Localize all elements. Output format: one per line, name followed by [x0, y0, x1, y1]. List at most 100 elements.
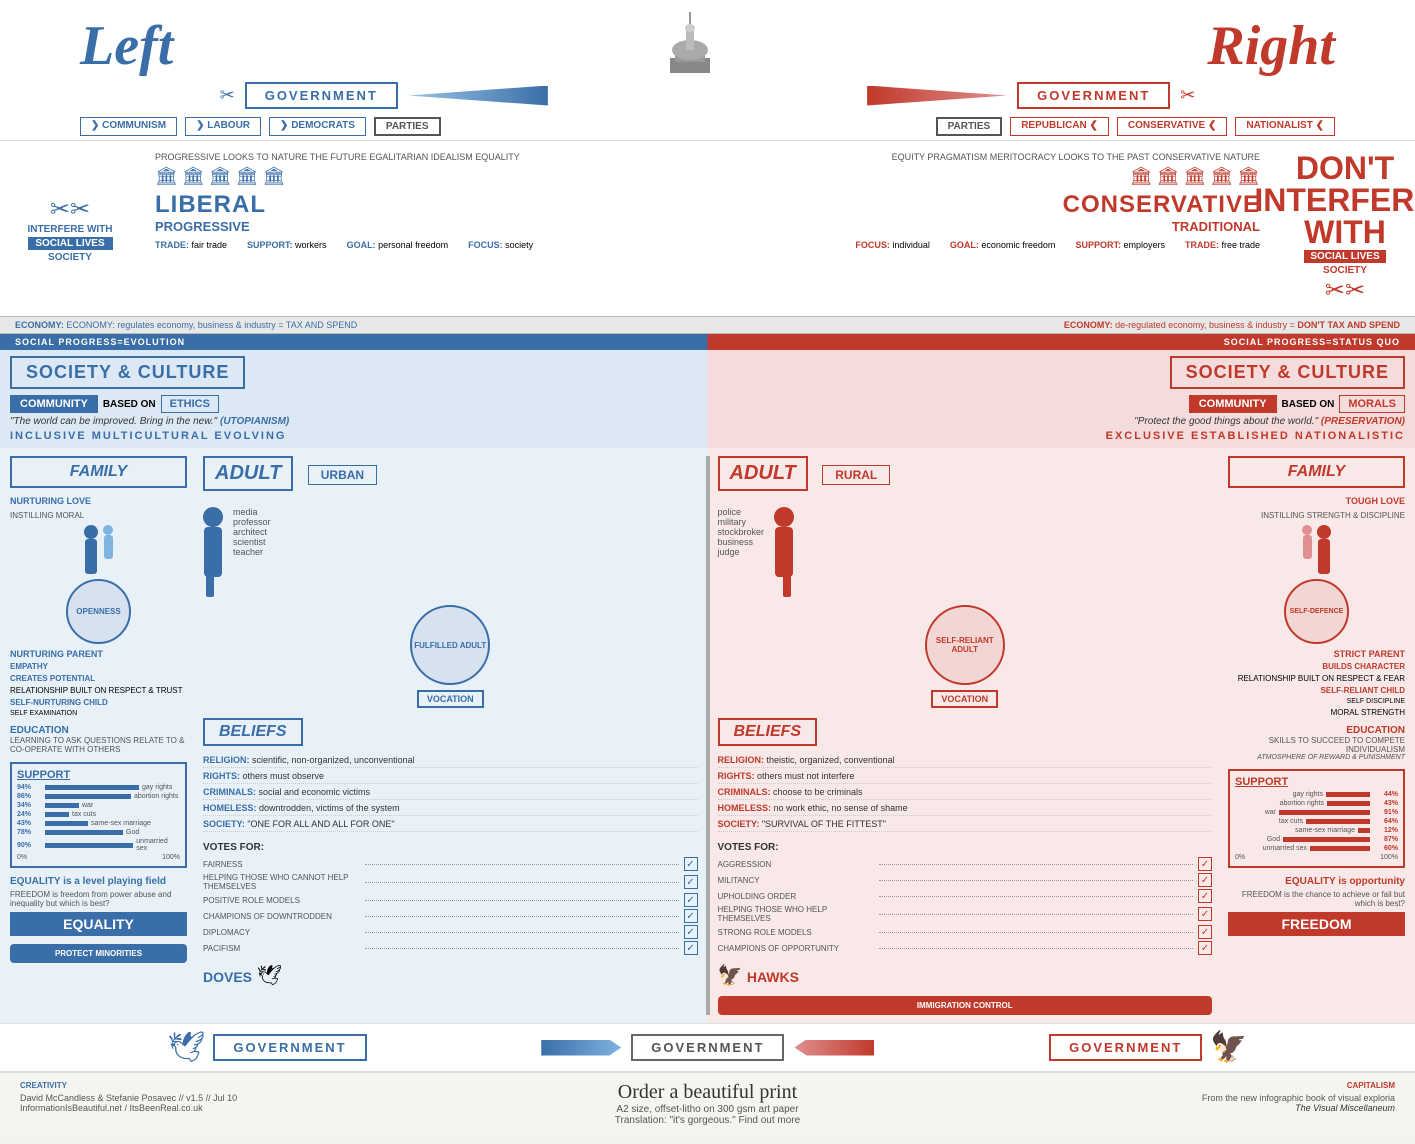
left-stat-row: 43%same-sex marriage: [17, 820, 180, 827]
right-stat-row: abortion rights43%: [1235, 800, 1398, 807]
party-conservative: CONSERVATIVE ❮: [1117, 117, 1227, 136]
progress-right: SOCIAL PROGRESS=STATUS QUO: [1224, 337, 1400, 347]
right-looks-text: EQUITY PRAGMATISM MERITOCRACY LOOKS TO T…: [723, 152, 1261, 162]
left-creates-potential: CREATES POTENTIAL: [10, 674, 187, 683]
building-icon-1: 🏛: [155, 166, 178, 187]
conservative-label: CONSERVATIVE: [723, 191, 1261, 219]
progress-left: SOCIAL PROGRESS=EVOLUTION: [15, 337, 185, 347]
left-stat-row: 94%gay rights: [17, 784, 180, 791]
left-vocation-badge: VOCATION: [417, 690, 484, 708]
website-text: InformationIsBeautiful.net / ItsBeenReal…: [20, 1103, 478, 1113]
right-atmosphere: ATMOSPHERE OF REWARD & PUNISHMENT: [1228, 754, 1405, 761]
left-empathy: EMPATHY: [10, 662, 187, 671]
creativity-label: CREATIVITY: [20, 1081, 478, 1090]
interfere-right-text: SOCIAL LIVES SOCIETY: [1304, 248, 1385, 276]
left-diplomacy-item: PACIFISM✓: [203, 941, 698, 955]
right-society: SOCIETY & CULTURE COMMUNITY BASED ON MOR…: [708, 356, 1406, 442]
equality-badge: EQUALITY: [10, 912, 187, 936]
right-builds-character: BUILDS CHARACTER: [1228, 662, 1405, 671]
ideology-section: ✂✂ INTERFERE WITH SOCIAL LIVES SOCIETY P…: [0, 140, 1415, 316]
right-stat-row: God87%: [1235, 836, 1398, 843]
left-vote-item: FAIRNESS✓: [203, 857, 698, 871]
progressive-label: PROGRESSIVE: [155, 219, 693, 234]
left-ideology: PROGRESSIVE LOOKS TO NATURE THE FUTURE E…: [140, 147, 708, 310]
right-based-text: BASED ON: [1282, 399, 1335, 410]
government-row: ✂ GOVERNMENT GOVERNMENT ✂: [0, 78, 1415, 113]
right-community-tag: COMMUNITY: [1189, 395, 1277, 413]
main-content-area: FAMILY NURTURING LOVE INSTILLING MORAL O…: [0, 448, 1415, 1023]
left-buildings: 🏛 🏛 🏛 🏛 🏛: [155, 166, 693, 187]
dont-text: DON'TINTERFEREWITH: [1254, 152, 1415, 248]
left-based-text: BASED ON: [103, 399, 156, 410]
right-government-box: GOVERNMENT: [1017, 82, 1170, 109]
left-belief-item: SOCIETY: "ONE FOR ALL AND ALL FOR ONE": [203, 819, 698, 832]
left-gov-container: ✂ GOVERNMENT: [220, 82, 548, 109]
dove-bottom-icon: 🕊: [167, 1030, 205, 1065]
left-votes-title: VOTES FOR:: [203, 842, 698, 853]
left-beliefs-title: BELIEFS: [203, 718, 303, 746]
immigration-control-badge: IMMIGRATION CONTROL: [718, 996, 1213, 1015]
right-buildings: 🏛 🏛 🏛 🏛 🏛: [723, 166, 1261, 187]
right-vote-item: AGGRESSION✓: [718, 857, 1213, 871]
left-belief-item: HOMELESS: downtrodden, victims of the sy…: [203, 803, 698, 816]
bottom-right-govt: GOVERNMENT 🦅: [1049, 1030, 1248, 1065]
economy-right: ECONOMY: de-regulated economy, business …: [1064, 320, 1400, 330]
right-morals-tag: MORALS: [1339, 395, 1405, 413]
right-trade: TRADE: free trade: [1185, 240, 1260, 250]
right-stats-scale: 0%100%: [1235, 854, 1398, 861]
right-stat-row: unmarried sex60%: [1235, 845, 1398, 852]
left-beliefs-section: BELIEFS RELIGION: scientific, non-organi…: [203, 718, 698, 832]
left-belief-item: CRIMINALS: social and economic victims: [203, 787, 698, 800]
left-belief-item: RELIGION: scientific, non-organized, unc…: [203, 755, 698, 768]
left-community-row: COMMUNITY BASED ON ETHICS: [10, 395, 219, 413]
left-stat-row: 90%unmarried sex: [17, 838, 180, 852]
right-goal: GOAL: economic freedom: [950, 240, 1056, 250]
r-adult-head: [774, 507, 794, 527]
capitalism-label: CAPITALISM: [937, 1081, 1395, 1090]
r-building-icon-1: 🏛: [1130, 166, 1153, 187]
party-democrats: ❯ DEMOCRATS: [269, 117, 366, 136]
hawks-label: HAWKS: [747, 969, 799, 985]
right-belief-item: SOCIETY: "SURVIVAL OF THE FITTEST": [718, 819, 1213, 832]
right-votes-section: VOTES FOR: AGGRESSION✓MILITANCY✓UPHOLDIN…: [718, 842, 1213, 955]
right-belief-item: CRIMINALS: choose to be criminals: [718, 787, 1213, 800]
self-reliant-circle: SELF-RELIANT ADULT: [925, 605, 1005, 685]
right-education-section: EDUCATION SKILLS TO SUCCEED TO COMPETE I…: [1228, 725, 1405, 761]
right-support-title: SUPPORT: [1235, 776, 1398, 788]
party-parties-right: PARTIES: [936, 117, 1003, 136]
bottom-left-govt-box: GOVERNMENT: [213, 1034, 366, 1061]
fulfilled-adult-circle: FULFILLED ADULT: [410, 605, 490, 685]
right-vote-item: MILITANCY✓: [718, 873, 1213, 887]
hawk-bottom-icon: 🦅: [1210, 1030, 1247, 1065]
dove-icon: 🕊: [256, 965, 281, 987]
urban-tag: URBAN: [308, 465, 377, 485]
right-freedom-desc: FREEDOM is the chance to achieve or fail…: [1228, 890, 1405, 908]
adult-body-left: [85, 539, 97, 574]
building-icon-3: 🏛: [209, 166, 232, 187]
left-diplomacy-list: DIPLOMACY✓PACIFISM✓: [203, 925, 698, 955]
left-center-panel: ADULT URBAN media professor architect sc…: [195, 456, 708, 1015]
nurturing-love: NURTURING LOVE: [10, 496, 187, 506]
left-support: SUPPORT: workers: [247, 240, 327, 250]
right-trade-row: FOCUS: individual GOAL: economic freedom…: [723, 240, 1261, 250]
adult-head-left: [84, 525, 98, 539]
left-looks-text: PROGRESSIVE LOOKS TO NATURE THE FUTURE E…: [155, 152, 693, 162]
left-freedom-desc: FREEDOM is freedom from power abuse and …: [10, 890, 187, 908]
right-focus: FOCUS: individual: [855, 240, 930, 250]
book-ref: From the new infographic book of visual …: [937, 1093, 1395, 1103]
right-vocation-badge: VOCATION: [931, 690, 998, 708]
left-beliefs-list: RELIGION: scientific, non-organized, unc…: [203, 755, 698, 832]
left-figure-child: [103, 525, 113, 574]
left-stats-scale: 0%100%: [17, 854, 180, 861]
party-republican: REPUBLICAN ❮: [1010, 117, 1109, 136]
left-trade-row: TRADE: fair trade SUPPORT: workers GOAL:…: [155, 240, 693, 250]
left-vote-item: HELPING THOSE WHO CANNOT HELP THEMSELVES…: [203, 873, 698, 891]
r-adult-body: [775, 527, 793, 577]
left-relationship: RELATIONSHIP BUILT ON RESPECT & TRUST: [10, 686, 187, 695]
child-body-left: [104, 535, 113, 559]
r-adult-head-side: [1317, 525, 1331, 539]
gov-arrow-right: [867, 86, 1007, 106]
left-support-box: SUPPORT 94%gay rights86%abortion rights3…: [10, 762, 187, 868]
party-labour: ❯ LABOUR: [185, 117, 261, 136]
book-title: The Visual Miscellaneum: [937, 1103, 1395, 1113]
